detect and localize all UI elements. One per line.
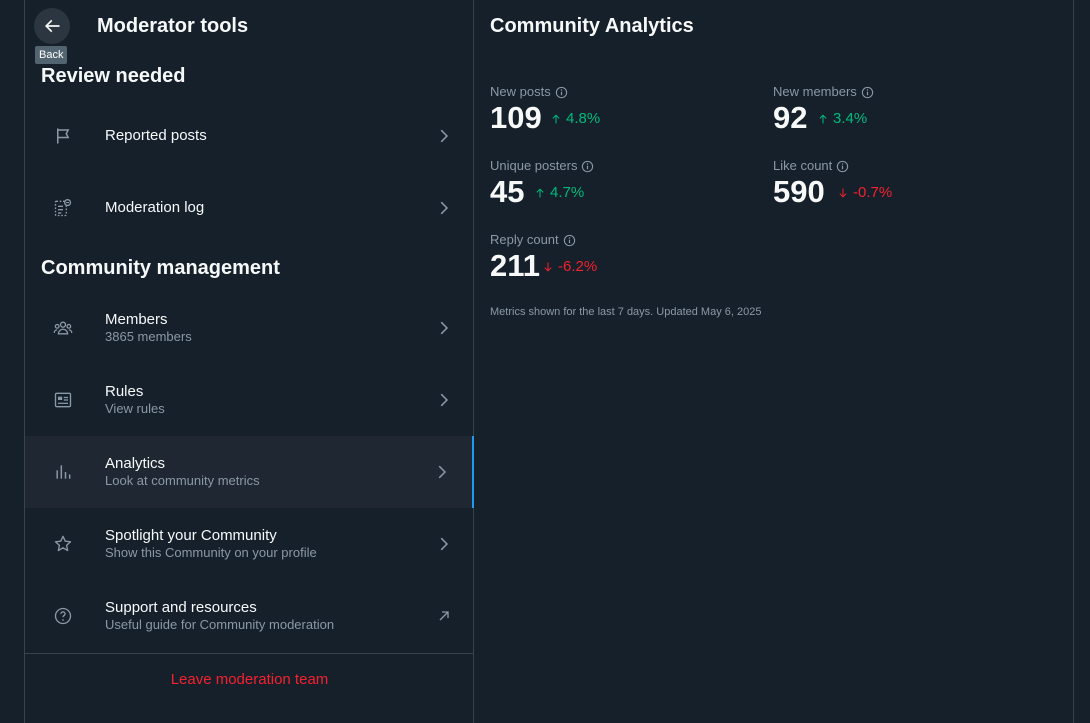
menu-item-subtitle: Look at community metrics [105, 473, 260, 488]
section-title-community-management: Community management [41, 257, 280, 279]
metric-change-value: 4.8% [566, 110, 601, 127]
metric-label-row: Reply count [490, 232, 576, 248]
arrow-up-icon [819, 114, 827, 124]
moderator-tools-panel: Back Moderator tools Review needed Repor… [24, 0, 474, 723]
arrow-left-icon [44, 19, 60, 33]
menu-item-label: Members [105, 311, 168, 328]
metric-change: 4.8% [550, 110, 600, 128]
divider [25, 653, 474, 654]
metric-value: 92 [773, 100, 808, 135]
flag-icon [53, 126, 73, 146]
metric-change-value: 4.7% [550, 184, 585, 201]
members-icon [53, 318, 73, 338]
menu-item-label: Spotlight your Community [105, 527, 277, 544]
arrow-up-icon [552, 114, 560, 124]
arrow-up-icon [536, 188, 544, 198]
metric-reply-count: Reply count 211 -6.2% [490, 232, 770, 292]
menu-item-subtitle: View rules [105, 401, 165, 416]
info-icon[interactable] [555, 86, 568, 99]
metric-new-posts: New posts 109 4.8% [490, 84, 770, 144]
metric-label: New members [773, 84, 857, 99]
external-arrow-icon [434, 606, 454, 626]
metric-label-row: Like count [773, 158, 849, 174]
analytics-panel: Community Analytics New posts 109 4.8% N… [474, 0, 1074, 723]
info-icon[interactable] [861, 86, 874, 99]
metrics-footnote: Metrics shown for the last 7 days. Updat… [490, 306, 762, 318]
star-icon [53, 534, 73, 554]
metric-label: New posts [490, 84, 551, 99]
analytics-title: Community Analytics [490, 15, 694, 37]
metric-label: Like count [773, 158, 833, 173]
menu-item-rules[interactable]: Rules View rules [25, 364, 474, 436]
metric-value: 45 [490, 174, 525, 209]
menu-item-label: Rules [105, 383, 144, 400]
metric-value: 211 [490, 248, 541, 283]
menu-item-moderation-log[interactable]: Moderation log [25, 172, 474, 244]
menu-item-label: Analytics [105, 455, 166, 472]
page-title: Moderator tools [97, 15, 249, 37]
metric-change: 4.7% [534, 184, 584, 202]
info-icon[interactable] [563, 234, 576, 247]
menu-item-subtitle: 3865 members [105, 329, 192, 344]
menu-item-subtitle: Useful guide for Community moderation [105, 617, 335, 632]
chevron-right-icon [432, 462, 452, 482]
metric-value: 109 [490, 100, 542, 135]
info-icon[interactable] [581, 160, 594, 173]
menu-item-label: Support and resources [105, 599, 257, 616]
section-title-review-needed: Review needed [41, 65, 186, 87]
metric-label: Unique posters [490, 158, 578, 173]
menu-item-spotlight[interactable]: Spotlight your Community Show this Commu… [25, 508, 474, 580]
panel-header: Back Moderator tools [25, 0, 473, 64]
back-button[interactable] [34, 8, 70, 44]
metric-new-members: New members 92 3.4% [773, 84, 1053, 144]
metric-label-row: New posts [490, 84, 568, 100]
info-icon[interactable] [836, 160, 849, 173]
metric-value: 590 [773, 174, 825, 209]
analytics-icon [53, 462, 73, 482]
menu-item-support[interactable]: Support and resources Useful guide for C… [25, 580, 474, 652]
metric-label-row: Unique posters [490, 158, 594, 174]
help-icon [53, 606, 73, 626]
moderation-log-icon [53, 198, 73, 218]
metric-like-count: Like count 590 -0.7% [773, 158, 1053, 218]
chevron-right-icon [434, 534, 454, 554]
menu-item-reported-posts[interactable]: Reported posts [25, 100, 474, 172]
metric-change: -6.2% [542, 258, 597, 276]
menu-item-subtitle: Show this Community on your profile [105, 545, 317, 560]
arrow-down-icon [839, 188, 847, 198]
chevron-right-icon [434, 390, 454, 410]
arrow-down-icon [544, 262, 552, 272]
metric-label-row: New members [773, 84, 874, 100]
metric-label: Reply count [490, 232, 559, 247]
metric-change-value: 3.4% [833, 110, 868, 127]
menu-item-label: Moderation log [105, 199, 205, 216]
menu-item-analytics[interactable]: Analytics Look at community metrics [25, 436, 474, 508]
metric-change-value: -0.7% [853, 184, 893, 201]
chevron-right-icon [434, 318, 454, 338]
chevron-right-icon [434, 198, 454, 218]
menu-item-label: Reported posts [105, 127, 207, 144]
metric-unique-posters: Unique posters 45 4.7% [490, 158, 770, 218]
menu-item-members[interactable]: Members 3865 members [25, 292, 474, 364]
metric-change: 3.4% [817, 110, 867, 128]
metric-change: -0.7% [837, 184, 892, 202]
metric-change-value: -6.2% [558, 258, 598, 275]
rules-icon [53, 390, 73, 410]
back-tooltip: Back [35, 46, 68, 64]
leave-moderation-team-button[interactable]: Leave moderation team [25, 668, 474, 692]
chevron-right-icon [434, 126, 454, 146]
